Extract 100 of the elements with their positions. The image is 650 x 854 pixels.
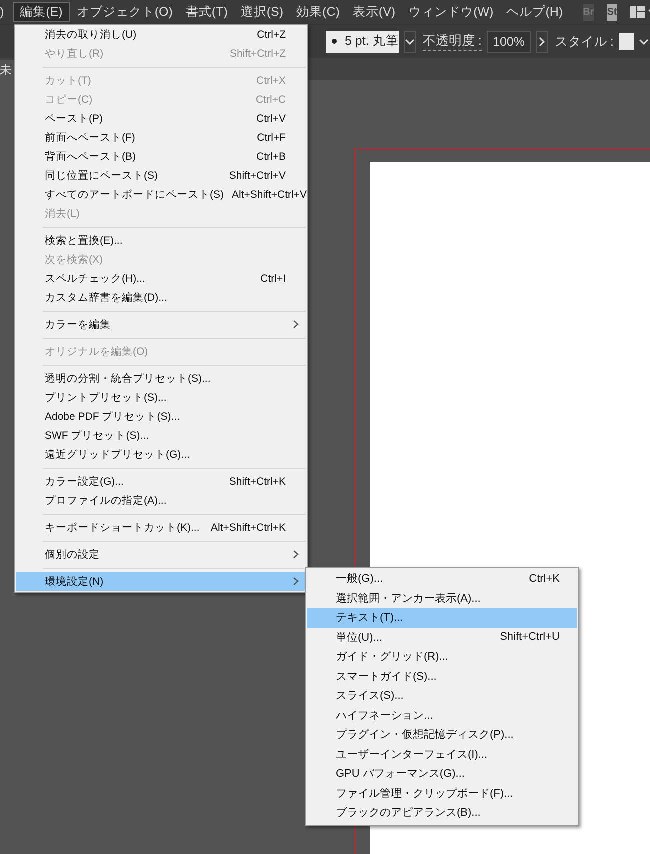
menu-item[interactable]: プリントプリセット(S)... <box>16 388 306 407</box>
menu-item[interactable]: 前面へペースト(F) Ctrl+F <box>16 128 306 147</box>
menu-item-label: 個別の設定 <box>45 548 101 562</box>
menu-item[interactable]: カラー設定(G)... Shift+Ctrl+K <box>16 472 306 491</box>
menu-item-label: 単位(U)... <box>336 630 384 645</box>
menu-item[interactable]: ガイド・グリッド(R)... <box>307 647 577 666</box>
chevron-right-icon <box>293 577 299 586</box>
opacity-label[interactable]: 不透明度 : <box>422 32 482 51</box>
menu-item[interactable]: 単位(U)... Shift+Ctrl+U <box>307 628 577 647</box>
menu-item[interactable]: キーボードショートカット(K)... Alt+Shift+Ctrl+K <box>16 518 306 537</box>
style-swatch[interactable] <box>619 33 634 50</box>
menu-item-label: 選択範囲・アンカー表示(A)... <box>336 592 482 606</box>
menu-item[interactable]: SWF プリセット(S)... <box>16 426 306 445</box>
menu-item-label: 遠近グリッドプリセット(G)... <box>45 448 191 462</box>
menu-item[interactable]: カスタム辞書を編集(D)... <box>16 288 306 307</box>
menu-item[interactable]: プロファイルの指定(A)... <box>16 491 306 510</box>
chevron-right-icon <box>539 36 546 46</box>
shortcut-label: Alt+Shift+Ctrl+K <box>211 522 286 534</box>
menu-item-label: 検索と置換(E)... <box>45 234 124 248</box>
menu-bar-item[interactable]: 書式(T) <box>180 2 234 22</box>
menu-bar-item[interactable]: 表示(V) <box>346 2 402 22</box>
shortcut-label: Shift+Ctrl+U <box>500 631 560 644</box>
shortcut-label: Ctrl+C <box>256 94 286 106</box>
menu-item-label: オリジナルを編集(O) <box>45 344 150 358</box>
menu-item[interactable]: 透明の分割・統合プリセット(S)... <box>16 369 306 388</box>
brush-value: 5 pt. 丸筆 <box>345 33 399 50</box>
menu-bar-item[interactable]: 編集(E) <box>13 2 70 22</box>
menu-bar-item[interactable]: ) <box>0 2 12 22</box>
menu-item-label: カラーを編集 <box>45 318 112 332</box>
workspace-switcher[interactable] <box>630 5 650 19</box>
menu-item-label: スライス(S)... <box>336 689 405 704</box>
menu-item[interactable]: ハイフネーション... <box>307 706 577 725</box>
shortcut-label: Ctrl+K <box>529 572 560 585</box>
dropdown-button[interactable] <box>404 30 416 52</box>
menu-bar-item[interactable]: ヘルプ(H) <box>500 2 570 22</box>
menu-item-label: GPU パフォーマンス(G)... <box>336 767 466 782</box>
chevron-right-icon <box>293 550 299 559</box>
menu-item-label: ユーザーインターフェイス(I)... <box>336 748 489 762</box>
menu-item[interactable]: GPU パフォーマンス(G)... <box>307 764 577 784</box>
menu-item-label: 同じ位置にペースト(S) <box>45 168 159 182</box>
shortcut-label: Ctrl+F <box>257 132 286 144</box>
menu-item-label: ガイド・グリッド(R)... <box>336 650 450 664</box>
menu-bar-item[interactable]: 効果(C) <box>290 2 346 22</box>
menu-item-label: SWF プリセット(S)... <box>45 428 150 442</box>
menu-item[interactable]: ペースト(P) Ctrl+V <box>16 109 306 128</box>
menu-item-label: スペルチェック(H)... <box>45 272 146 286</box>
shortcut-label: Ctrl+Z <box>257 28 286 40</box>
shortcut-label: Shift+Ctrl+K <box>229 476 286 488</box>
menu-item[interactable]: カラーを編集 <box>16 315 306 334</box>
menu-item-label: ブラックのアピアランス(B)... <box>336 806 482 820</box>
shortcut-label: Ctrl+X <box>256 74 286 86</box>
menu-item[interactable]: ブラックのアピアランス(B)... <box>307 803 577 822</box>
shortcut-label: Shift+Ctrl+Z <box>230 48 286 60</box>
menu-item-label: キーボードショートカット(K)... <box>45 520 201 534</box>
menu-item[interactable]: スペルチェック(H)... Ctrl+I <box>16 269 306 288</box>
menu-bar-item[interactable]: 選択(S) <box>234 2 290 22</box>
menu-item-label: 背面へペースト(B) <box>45 150 137 164</box>
menu-item-label: 消去の取り消し(U) <box>45 28 138 42</box>
menu-item-label: プラグイン・仮想記憶ディスク(P)... <box>336 728 515 742</box>
menu-item-label: ハイフネーション... <box>336 708 434 723</box>
expand-button[interactable] <box>536 30 548 52</box>
menu-item[interactable]: 一般(G)... Ctrl+K <box>307 569 577 588</box>
menu-item[interactable]: すべてのアートボードにペースト(S) Alt+Shift+Ctrl+V <box>16 185 306 204</box>
menu-item[interactable]: テキスト(T)... <box>307 608 577 628</box>
menu-item[interactable]: 環境設定(N) <box>16 572 306 591</box>
menu-item[interactable]: 検索と置換(E)... <box>16 231 306 250</box>
document-tab[interactable]: 未 <box>0 60 14 80</box>
menu-item[interactable]: Adobe PDF プリセット(S)... <box>16 407 306 426</box>
menu-item[interactable]: 選択範囲・アンカー表示(A)... <box>307 588 577 608</box>
menu-item-label: 透明の分割・統合プリセット(S)... <box>45 372 212 386</box>
menu-item-label: コピー(C) <box>45 92 94 106</box>
menu-item[interactable]: 同じ位置にペースト(S) Shift+Ctrl+V <box>16 166 306 185</box>
menu-item[interactable]: スライス(S)... <box>307 686 577 706</box>
menu-item-label: プリントプリセット(S)... <box>45 390 168 404</box>
menu-item-label: プロファイルの指定(A)... <box>45 494 168 508</box>
menu-item-label: ファイル管理・クリップボード(F)... <box>336 786 514 801</box>
menu-item[interactable]: 個別の設定 <box>16 545 306 564</box>
menu-bar-item[interactable]: オブジェクト(O) <box>70 2 179 22</box>
shortcut-label: Ctrl+B <box>256 150 286 162</box>
menu-item-label: カラー設定(G)... <box>45 474 125 488</box>
menu-item-label: すべてのアートボードにペースト(S) <box>45 188 224 202</box>
menu-item[interactable]: スマートガイド(S)... <box>307 666 577 686</box>
menu-item[interactable]: ファイル管理・クリップボード(F)... <box>307 784 577 803</box>
menu-item[interactable]: 消去の取り消し(U) Ctrl+Z <box>16 25 306 44</box>
chevron-down-icon <box>404 38 415 44</box>
shortcut-label: Shift+Ctrl+V <box>229 170 286 182</box>
menu-item-label: Adobe PDF プリセット(S)... <box>45 410 181 424</box>
menu-item-label: カット(T) <box>45 74 92 88</box>
menu-item-label: スマートガイド(S)... <box>336 670 438 684</box>
menu-item-label: 前面へペースト(F) <box>45 130 136 144</box>
app-button[interactable]: St <box>607 4 618 20</box>
menu-item[interactable]: 遠近グリッドプリセット(G)... <box>16 445 306 464</box>
menu-bar-item[interactable]: ウィンドウ(W) <box>402 2 500 22</box>
brush-field[interactable]: 5 pt. 丸筆 <box>326 30 399 52</box>
menu-item[interactable]: ユーザーインターフェイス(I)... <box>307 744 577 764</box>
menu-item[interactable]: 背面へペースト(B) Ctrl+B <box>16 147 306 166</box>
menu-item[interactable]: プラグイン・仮想記憶ディスク(P)... <box>307 725 577 744</box>
chevron-down-icon <box>639 38 650 44</box>
opacity-field[interactable]: 100% <box>487 30 532 52</box>
menu-item-label: 環境設定(N) <box>45 574 105 588</box>
